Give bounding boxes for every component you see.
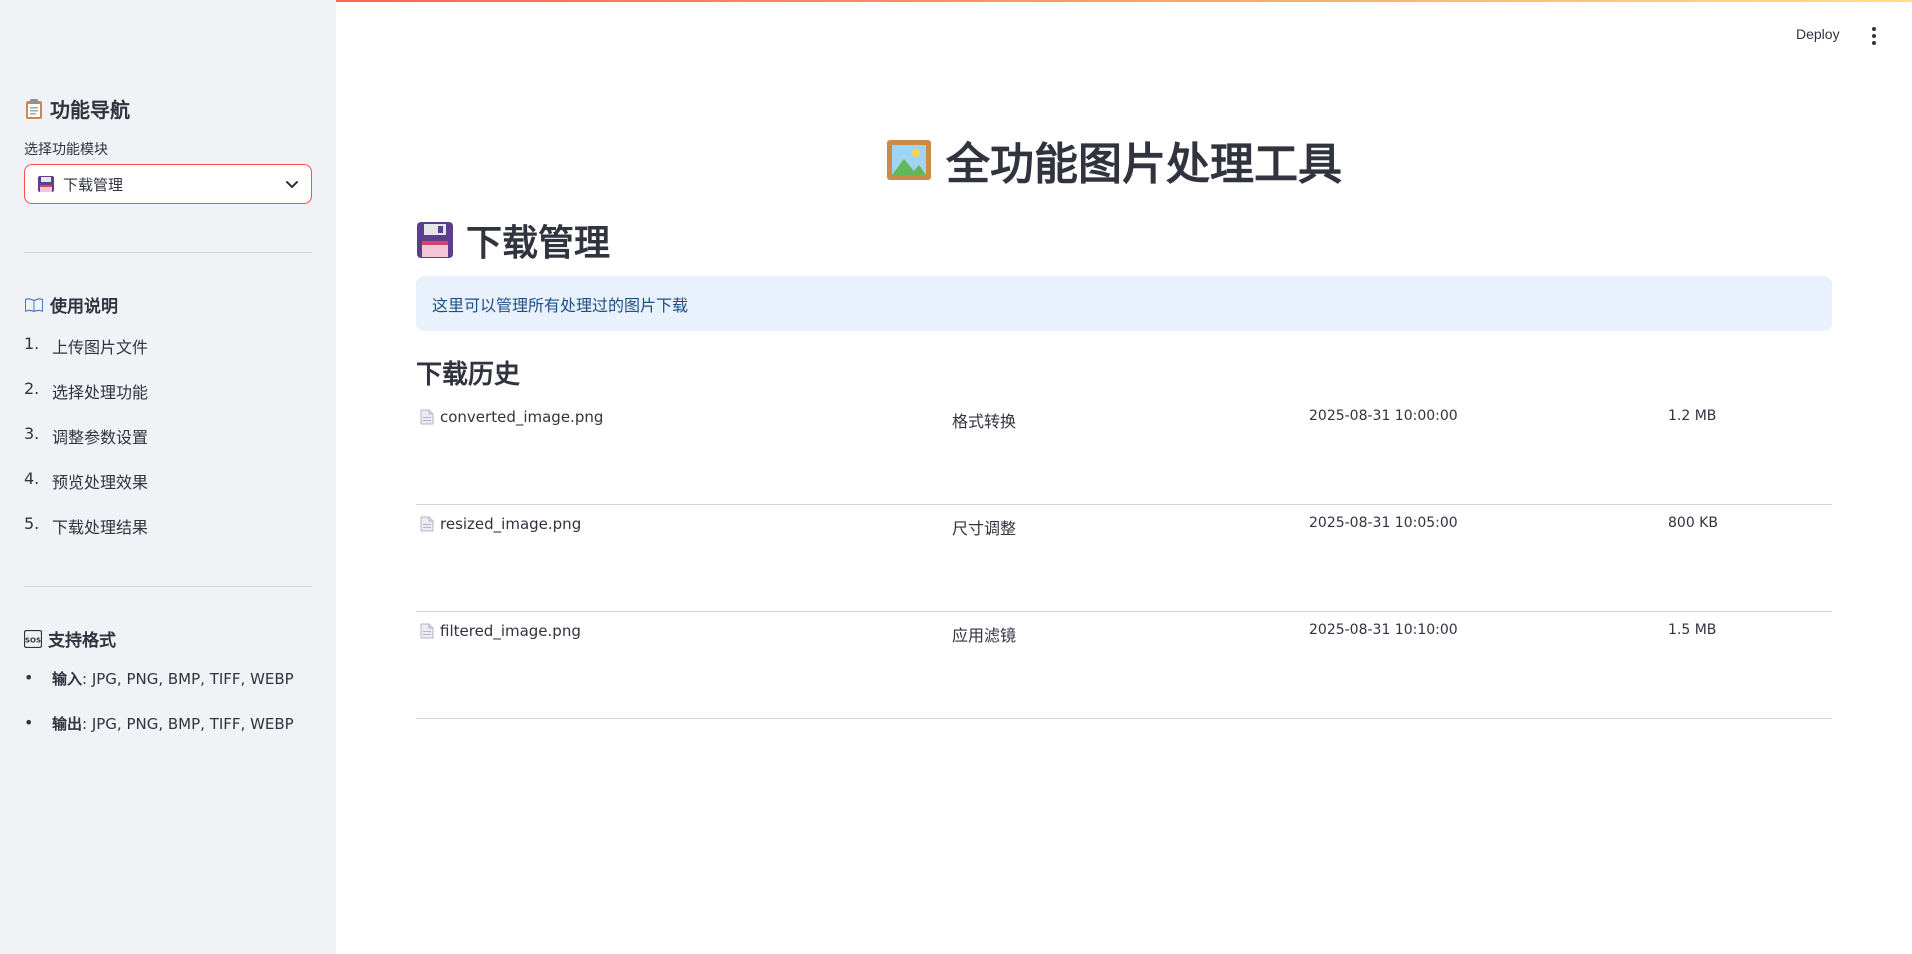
module-select[interactable]: 下载管理 [24, 164, 312, 204]
file-name: converted_image.png [440, 408, 604, 426]
timestamp: 2025-08-31 10:05:00 [1309, 515, 1458, 531]
app-title: 全功能图片处理工具 [946, 139, 1342, 190]
framed-picture-icon [887, 140, 931, 180]
formats-title: 支持格式 [48, 631, 116, 651]
usage-title: 使用说明 [50, 297, 118, 317]
file-size: 800 KB [1668, 515, 1718, 531]
document-icon [420, 516, 434, 532]
usage-heading: 使用说明 [24, 292, 118, 317]
open-book-icon [24, 297, 44, 313]
formats-list: • 输入: JPG, PNG, BMP, TIFF, WEBP • 输出: JPG,… [24, 668, 294, 758]
main-menu-icon[interactable] [1868, 27, 1880, 45]
info-alert: 这里可以管理所有处理过的图片下载 [416, 276, 1832, 331]
nav-heading: 功能导航 [24, 94, 130, 123]
floppy-disk-icon [38, 176, 54, 192]
section-title: 下载管理 [466, 223, 611, 264]
download-history-list: converted_image.png 格式转换 2025-08-31 10:0… [416, 398, 1832, 719]
document-icon [420, 623, 434, 639]
sidebar-divider-1 [24, 252, 312, 253]
clipboard-icon [24, 98, 44, 120]
file-name: resized_image.png [440, 515, 582, 533]
list-item: 4. 预览处理效果 [24, 469, 149, 492]
operation: 应用滤镜 [952, 626, 1017, 645]
page-title: 全功能图片处理工具 [886, 128, 1342, 192]
list-item: 1. 上传图片文件 [24, 334, 149, 357]
history-title: 下载历史 [416, 360, 521, 390]
sos-icon: SOS [24, 629, 42, 648]
module-select-value: 下载管理 [63, 175, 124, 194]
nav-title: 功能导航 [50, 98, 130, 122]
chevron-down-icon [286, 181, 298, 188]
deploy-button[interactable]: Deploy [1796, 26, 1840, 42]
document-icon [420, 409, 434, 425]
list-item: • 输入: JPG, PNG, BMP, TIFF, WEBP [24, 668, 294, 688]
file-size: 1.5 MB [1668, 622, 1717, 638]
usage-steps-list: 1. 上传图片文件 2. 选择处理功能 3. 调整参数设置 4. 预览处理效果 5. 下载… [24, 334, 148, 559]
file-size: 1.2 MB [1668, 408, 1717, 424]
table-row: filtered_image.png 应用滤镜 2025-08-31 10:10… [416, 612, 1832, 719]
list-item: 2. 选择处理功能 [24, 379, 149, 402]
formats-heading: SOS 支持格式 [24, 626, 116, 651]
table-row: converted_image.png 格式转换 2025-08-31 10:0… [416, 398, 1832, 505]
operation: 尺寸调整 [952, 519, 1017, 538]
file-name: filtered_image.png [440, 622, 581, 640]
section-heading: 下载管理 [416, 214, 610, 266]
sidebar-divider-2 [24, 586, 312, 587]
select-label: 选择功能模块 [24, 142, 108, 158]
operation: 格式转换 [952, 412, 1017, 431]
timestamp: 2025-08-31 10:10:00 [1309, 622, 1458, 638]
table-row: resized_image.png 尺寸调整 2025-08-31 10:05:… [416, 505, 1832, 612]
svg-text:SOS: SOS [25, 636, 41, 644]
sidebar: 功能导航 选择功能模块 下载管理 使用说明 1. 上传图片文件 2. 选择处理功能 … [0, 0, 336, 954]
list-item: 3. 调整参数设置 [24, 424, 149, 447]
floppy-disk-icon [417, 222, 453, 258]
timestamp: 2025-08-31 10:00:00 [1309, 408, 1458, 424]
list-item: 5. 下载处理结果 [24, 514, 149, 537]
list-item: • 输出: JPG, PNG, BMP, TIFF, WEBP [24, 713, 294, 733]
